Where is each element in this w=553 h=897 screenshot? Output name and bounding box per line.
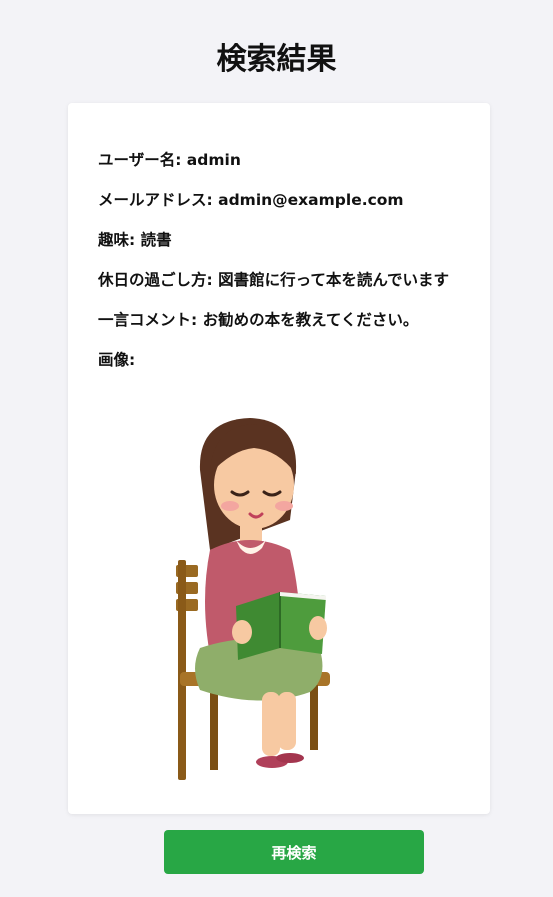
- email-row: メールアドレス: admin@example.com: [98, 190, 404, 210]
- email-label: メールアドレス:: [98, 191, 213, 209]
- result-card: ユーザー名: admin メールアドレス: admin@example.com …: [68, 103, 490, 814]
- hobby-value: 読書: [140, 231, 172, 249]
- comment-label: 一言コメント:: [98, 311, 198, 329]
- image-label: 画像:: [98, 351, 136, 369]
- page-title: 検索結果: [216, 42, 337, 77]
- image-row: 画像:: [98, 350, 135, 370]
- username-value: admin: [186, 151, 241, 169]
- comment-row: 一言コメント: お勧めの本を教えてください。: [98, 310, 418, 330]
- hobby-row: 趣味: 読書: [98, 230, 172, 250]
- username-label: ユーザー名:: [98, 151, 182, 169]
- holiday-value: 図書館に行って本を読んでいます: [218, 271, 450, 289]
- email-value: admin@example.com: [218, 191, 404, 209]
- research-button[interactable]: 再検索: [164, 830, 424, 874]
- woman-reading-book-illustration: [176, 418, 330, 780]
- comment-value: お勧めの本を教えてください。: [202, 311, 419, 329]
- hobby-label: 趣味:: [98, 231, 136, 249]
- holiday-label: 休日の過ごし方:: [98, 271, 213, 289]
- holiday-row: 休日の過ごし方: 図書館に行って本を読んでいます: [98, 270, 449, 290]
- username-row: ユーザー名: admin: [98, 150, 241, 170]
